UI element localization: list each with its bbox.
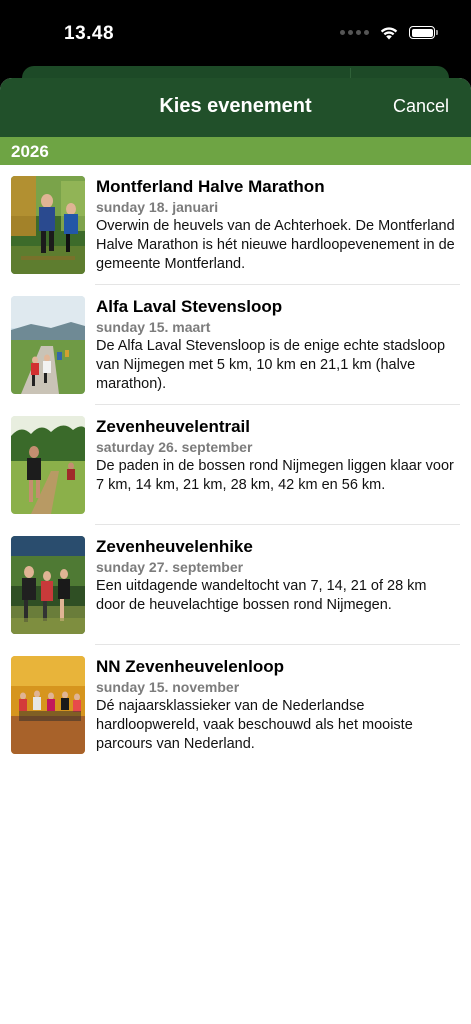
event-row-montferland-halve-marathon[interactable]: Montferland Halve Marathon sunday 18. ja…: [0, 165, 471, 285]
section-header-year: 2026: [0, 137, 471, 165]
event-description: Overwin de heuvels van de Achterhoek. De…: [96, 218, 455, 272]
status-time: 13.48: [64, 23, 115, 44]
event-date: sunday 15. maart: [96, 319, 211, 335]
event-title: Alfa Laval Stevensloop: [96, 297, 283, 316]
status-bar: 13.48: [0, 0, 471, 72]
event-thumbnail: [11, 296, 85, 394]
event-picker-sheet: Kies evenement Cancel 2026 Montferland H…: [0, 78, 471, 1024]
event-description: De paden in de bossen rond Nijmegen ligg…: [96, 458, 454, 493]
event-thumbnail: [11, 536, 85, 634]
event-title: Zevenheuvelentrail: [96, 417, 251, 436]
event-description: Dé najaarsklassieker van de Nederlandse …: [96, 698, 413, 752]
event-row-zevenheuveltrail[interactable]: Zevenheuvelentrail saturday 26. septembe…: [0, 405, 471, 525]
event-list: Montferland Halve Marathon sunday 18. ja…: [0, 165, 471, 765]
navigation-bar: Kies evenement Cancel: [0, 78, 471, 137]
event-title: Montferland Halve Marathon: [96, 177, 325, 196]
event-title: NN Zevenheuvelenloop: [96, 657, 284, 676]
cancel-button[interactable]: Cancel: [393, 96, 449, 117]
event-row-zevenheuvelenhike[interactable]: Zevenheuvelenhike sunday 27. september E…: [0, 525, 471, 645]
battery-icon: [409, 26, 438, 39]
event-date: sunday 15. november: [96, 679, 240, 695]
event-description: De Alfa Laval Stevensloop is de enige ec…: [96, 338, 446, 392]
event-row-nn-zevenheuvelenloop[interactable]: NN Zevenheuvelenloop sunday 15. november…: [0, 645, 471, 765]
cellular-signal-icon: [340, 30, 369, 35]
wifi-icon: [380, 27, 398, 40]
event-thumbnail: [11, 416, 85, 514]
event-date: sunday 18. januari: [96, 199, 219, 215]
event-row-alfa-laval-stevensloop[interactable]: Alfa Laval Stevensloop sunday 15. maart …: [0, 285, 471, 405]
event-description: Een uitdagende wandeltocht van 7, 14, 21…: [96, 578, 427, 613]
event-date: sunday 27. september: [96, 559, 244, 575]
event-thumbnail: [11, 656, 85, 754]
event-date: saturday 26. september: [96, 439, 253, 455]
event-title: Zevenheuvelenhike: [96, 537, 253, 556]
event-thumbnail: [11, 176, 85, 274]
